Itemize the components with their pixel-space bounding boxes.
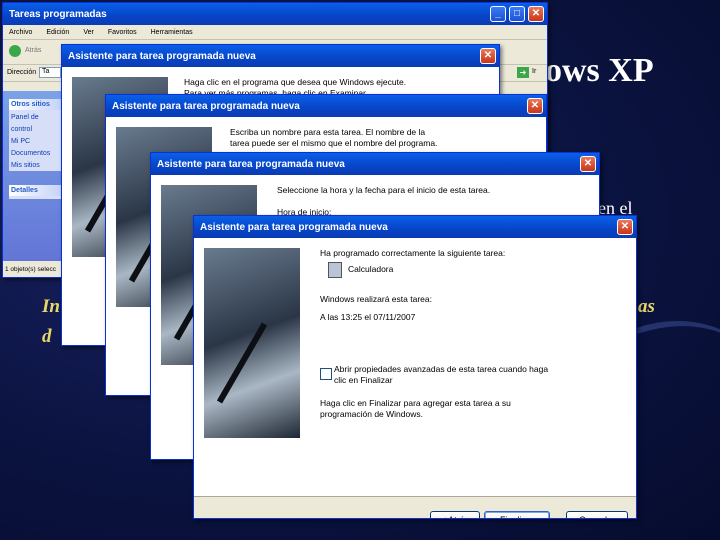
button-area: < Atrás Finalizar Cancelar — [194, 497, 636, 518]
back-button[interactable]: < Atrás — [430, 511, 480, 518]
slide-italic-left-1: In — [42, 296, 60, 317]
wizard3-instruction: Seleccione la hora y la fecha para el in… — [277, 185, 491, 195]
runs-value: A las 13:25 el 07/11/2007 — [320, 312, 416, 322]
wizard4-titlebar: Asistente para tarea programada nueva ✕ — [194, 216, 636, 238]
place-my-sites[interactable]: Mis sitios — [11, 160, 59, 172]
wizard1-titlebar: Asistente para tarea programada nueva ✕ — [62, 45, 499, 67]
details-panel: Detalles — [9, 185, 61, 199]
finish-hint: Haga clic en Finalizar para agregar esta… — [320, 398, 511, 419]
status-bar: 1 objeto(s) selecc — [3, 263, 63, 276]
advanced-properties-label[interactable]: Abrir propiedades avanzadas de esta tare… — [334, 364, 554, 386]
wizard2-titlebar: Asistente para tarea programada nueva ✕ — [106, 95, 546, 117]
wizard4-body: Ha programado correctamente la siguiente… — [194, 238, 636, 518]
menu-item-archivo[interactable]: Archivo — [9, 29, 32, 36]
slide-italic-right-1: as — [638, 296, 655, 317]
slide-title: ows XP — [545, 52, 654, 89]
close-button[interactable]: ✕ — [527, 98, 543, 114]
close-button[interactable]: ✕ — [580, 156, 596, 172]
wizard2-title: Asistente para tarea programada nueva — [112, 100, 300, 112]
wizard4-title: Asistente para tarea programada nueva — [200, 221, 388, 233]
task-name: Calculadora — [348, 264, 394, 274]
place-my-pc[interactable]: Mi PC — [11, 136, 59, 148]
wizard1-title: Asistente para tarea programada nueva — [68, 50, 256, 62]
finish-button[interactable]: Finalizar — [484, 511, 550, 518]
panel-header[interactable]: Otros sitios — [9, 99, 61, 110]
place-documents[interactable]: Documentos — [11, 148, 59, 160]
go-label[interactable]: Ir — [532, 68, 536, 75]
scheduled-message: Ha programado correctamente la siguiente… — [320, 248, 506, 258]
cancel-button[interactable]: Cancelar — [566, 511, 628, 518]
back-arrow-icon[interactable] — [9, 45, 21, 57]
place-control-panel[interactable]: Panel de control — [11, 112, 59, 136]
wizard2-instruction: Escriba un nombre para esta tarea. El no… — [230, 127, 438, 148]
calculator-icon — [328, 262, 342, 278]
menu-item-herramientas[interactable]: Herramientas — [151, 29, 193, 36]
explorer-titlebar: Tareas programadas _ □ ✕ — [3, 3, 547, 25]
task-pane: Otros sitios Panel de control Mi PC Docu… — [3, 91, 61, 261]
maximize-button[interactable]: □ — [509, 6, 525, 22]
address-input[interactable]: Ta — [39, 67, 61, 78]
other-places-panel: Otros sitios Panel de control Mi PC Docu… — [9, 99, 61, 171]
back-label[interactable]: Atrás — [25, 47, 41, 54]
menu-item-ver[interactable]: Ver — [83, 29, 94, 36]
menu-item-favoritos[interactable]: Favoritos — [108, 29, 137, 36]
go-arrow-icon[interactable]: ➔ — [517, 67, 529, 78]
panel-header[interactable]: Detalles — [9, 185, 61, 196]
advanced-properties-checkbox[interactable] — [320, 368, 332, 380]
minimize-button[interactable]: _ — [490, 6, 506, 22]
address-label: Dirección — [7, 69, 37, 76]
close-button[interactable]: ✕ — [528, 6, 544, 22]
menu-item-edicion[interactable]: Edición — [46, 29, 69, 36]
wizard-clock-image — [204, 248, 300, 438]
close-button[interactable]: ✕ — [617, 219, 633, 235]
menu-bar: Archivo Edición Ver Favoritos Herramient… — [3, 25, 547, 40]
runs-label: Windows realizará esta tarea: — [320, 294, 432, 304]
explorer-title: Tareas programadas — [9, 8, 107, 20]
close-button[interactable]: ✕ — [480, 48, 496, 64]
wizard3-titlebar: Asistente para tarea programada nueva ✕ — [151, 153, 599, 175]
wizard-window-final: Asistente para tarea programada nueva ✕ … — [193, 215, 637, 519]
slide-italic-left-2: d — [42, 326, 52, 347]
wizard3-title: Asistente para tarea programada nueva — [157, 158, 345, 170]
